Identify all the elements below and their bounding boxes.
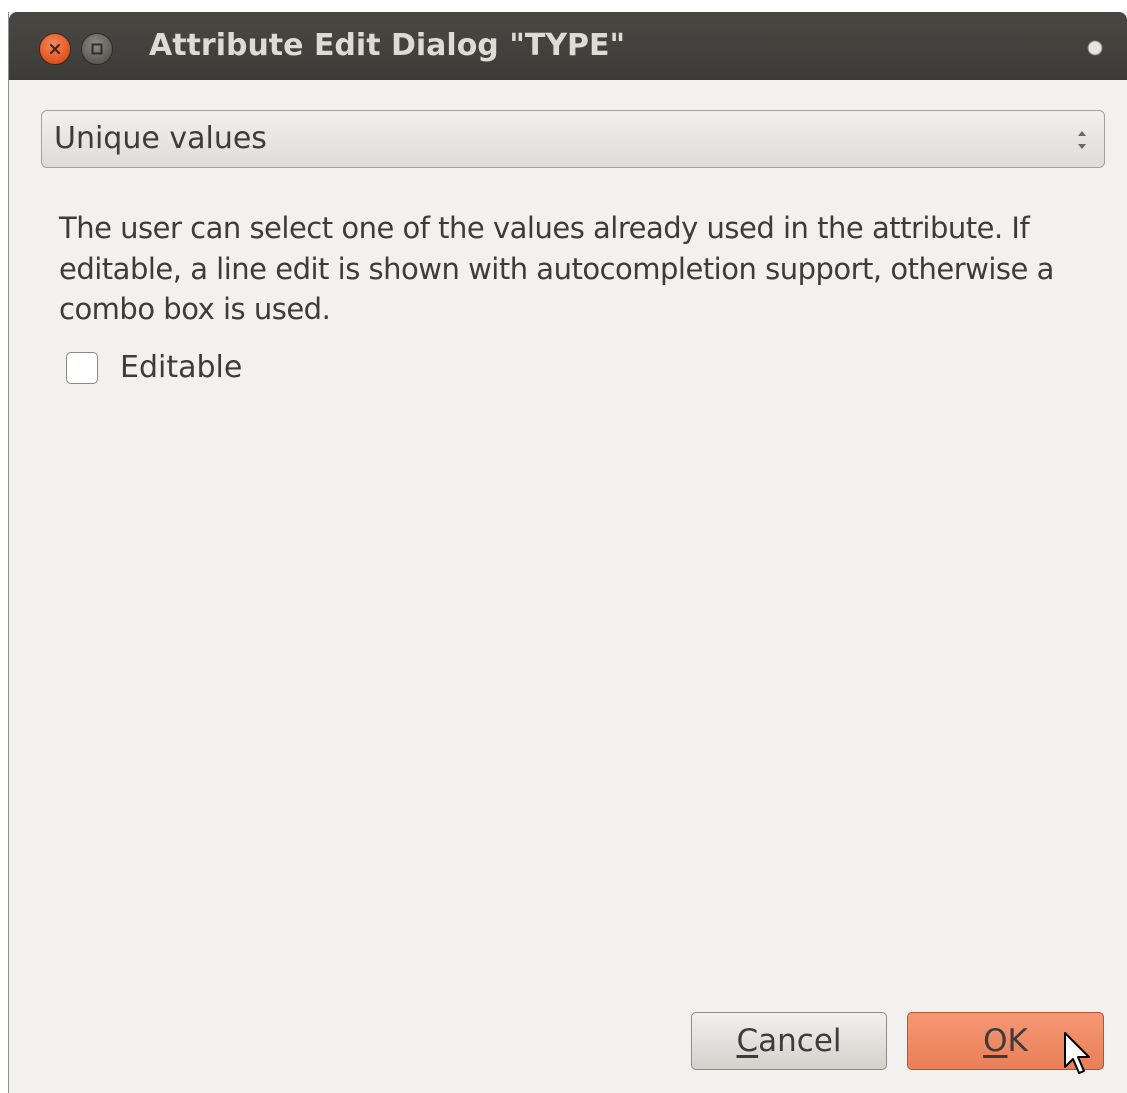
combo-selected-value: Unique values <box>54 121 267 156</box>
cancel-button[interactable]: Cancel <box>691 1012 887 1070</box>
cancel-button-label: Cancel <box>736 1013 841 1069</box>
attribute-edit-dialog: Attribute Edit Dialog "TYPE" Unique valu… <box>8 12 1127 1093</box>
editable-label: Editable <box>120 350 243 385</box>
window-title: Attribute Edit Dialog "TYPE" <box>149 28 626 63</box>
maximize-button[interactable] <box>81 33 113 65</box>
close-icon <box>49 43 61 55</box>
cancel-mnemonic: C <box>736 1023 759 1059</box>
ok-mnemonic: O <box>983 1023 1008 1059</box>
editable-checkbox[interactable] <box>66 352 98 384</box>
maximize-icon <box>91 43 103 55</box>
close-button[interactable] <box>39 33 71 65</box>
ok-label-rest: K <box>1007 1023 1028 1059</box>
editable-checkbox-row[interactable]: Editable <box>66 348 242 388</box>
cancel-label-rest: ancel <box>758 1023 842 1059</box>
widget-description: The user can select one of the values al… <box>59 211 1054 326</box>
mouse-pointer-icon <box>1064 1032 1090 1074</box>
title-bar[interactable]: Attribute Edit Dialog "TYPE" <box>9 12 1127 80</box>
widget-type-combo[interactable]: Unique values <box>41 110 1105 168</box>
spinner-arrows-icon <box>1078 131 1086 149</box>
ok-button-label: OK <box>983 1013 1028 1069</box>
title-dot-icon <box>1087 40 1103 56</box>
